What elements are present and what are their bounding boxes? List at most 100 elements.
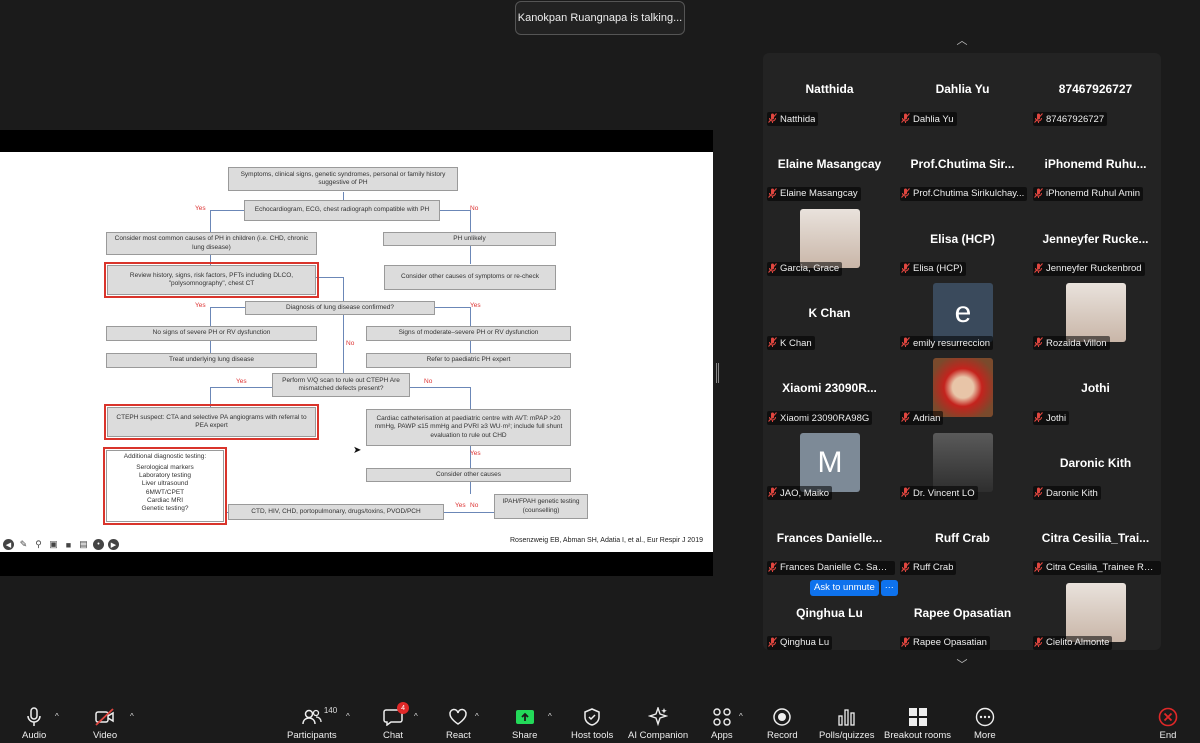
- end-icon: [1158, 706, 1178, 728]
- participants-options-chevron-icon[interactable]: ^: [346, 712, 350, 721]
- scroll-up-chevron-icon[interactable]: ︿: [952, 32, 972, 47]
- chat-options-chevron-icon[interactable]: ^: [414, 712, 418, 721]
- participant-tile[interactable]: 87467926727 87467926727: [1029, 53, 1161, 128]
- flow-treat-lung: Treat underlying lung disease: [106, 353, 317, 368]
- participant-name-tag: Jothi: [1033, 411, 1070, 426]
- subtitle-icon[interactable]: ▤: [78, 539, 89, 550]
- more-button[interactable]: More: [974, 706, 996, 741]
- video-options-chevron-icon[interactable]: ^: [130, 712, 134, 721]
- ask-to-unmute-button[interactable]: Ask to unmute: [810, 580, 879, 596]
- participant-avatar: [933, 433, 993, 492]
- participant-tile[interactable]: Ruff Crab Ruff Crab: [896, 502, 1029, 577]
- participant-name-tag: Citra Cesilia_Trainee Res...: [1033, 560, 1161, 575]
- participant-tile[interactable]: Natthida Natthida: [763, 53, 896, 128]
- shield-icon: [583, 706, 601, 728]
- participant-tile[interactable]: Jenneyfer Rucke... Jenneyfer Ruckenbrod: [1029, 203, 1161, 278]
- participant-tile[interactable]: Garcia, Grace: [763, 203, 896, 278]
- participant-display-name: Jenneyfer Rucke...: [1042, 231, 1149, 246]
- label-yes: Yes: [470, 302, 481, 309]
- end-meeting-button[interactable]: End: [1158, 706, 1178, 741]
- participant-tile[interactable]: Rozaida Villon: [1029, 277, 1161, 352]
- participant-name-tag: iPhonemd Ruhul Amin: [1033, 186, 1143, 201]
- previous-slide-icon[interactable]: ◀: [3, 539, 14, 550]
- participant-tile[interactable]: Daronic Kith Daronic Kith: [1029, 427, 1161, 502]
- zoom-icon[interactable]: ⚲: [33, 539, 44, 550]
- breakout-rooms-button[interactable]: Breakout rooms: [884, 706, 951, 741]
- participant-tile[interactable]: Dr. Vincent LO: [896, 427, 1029, 502]
- participant-avatar: [800, 208, 860, 268]
- label-no: No: [346, 340, 355, 347]
- participant-name: Rozaida Villon: [1046, 337, 1107, 349]
- participant-tile[interactable]: Adrian: [896, 352, 1029, 427]
- captions-icon[interactable]: ▣: [48, 539, 59, 550]
- participant-name-tag: Natthida: [767, 112, 819, 126]
- participant-name-tag: Daronic Kith: [1033, 486, 1101, 500]
- audio-options-chevron-icon[interactable]: ^: [55, 712, 59, 721]
- participant-tile[interactable]: K Chan K Chan: [763, 277, 896, 352]
- participants-count: 140: [323, 706, 338, 715]
- resize-handle[interactable]: [716, 363, 719, 383]
- ai-companion-button[interactable]: AI Companion: [628, 706, 688, 741]
- more-options-icon[interactable]: •: [93, 539, 104, 550]
- participant-tile[interactable]: Elisa (HCP) Elisa (HCP): [896, 203, 1029, 278]
- react-options-chevron-icon[interactable]: ^: [475, 712, 479, 721]
- flow-moderate-severe: Signs of moderate–severe PH or RV dysfun…: [366, 326, 571, 341]
- participant-name-tag: Jenneyfer Ruckenbrod: [1033, 261, 1145, 276]
- participant-tile[interactable]: Xiaomi 23090R... Xiaomi 23090RA98G: [763, 352, 896, 427]
- participant-name: Elaine Masangcay: [780, 188, 858, 200]
- video-off-icon: [94, 706, 116, 728]
- shared-screen[interactable]: Symptoms, clinical signs, genetic syndro…: [0, 130, 713, 576]
- participants-icon: 140: [302, 706, 337, 728]
- audio-button[interactable]: Audio: [22, 706, 46, 741]
- participant-name: iPhonemd Ruhul Amin: [1046, 188, 1140, 200]
- apps-options-chevron-icon[interactable]: ^: [739, 712, 743, 721]
- muted-mic-icon: [768, 636, 777, 649]
- chat-unread-badge: 4: [397, 702, 410, 714]
- next-slide-icon[interactable]: ▶: [108, 539, 119, 550]
- share-button[interactable]: Share: [512, 706, 537, 741]
- sparkle-icon: [648, 706, 669, 728]
- participant-tile[interactable]: Elaine Masangcay Elaine Masangcay: [763, 128, 896, 203]
- scroll-down-chevron-icon[interactable]: ﹀: [952, 656, 972, 671]
- participant-tile[interactable]: e emily resurreccion: [896, 277, 1029, 352]
- pen-icon[interactable]: ✎: [18, 539, 29, 550]
- muted-mic-icon: [1034, 412, 1043, 424]
- participant-tile[interactable]: Dahlia Yu Dahlia Yu: [896, 53, 1029, 128]
- participant-tile[interactable]: iPhonemd Ruhu... iPhonemd Ruhul Amin: [1029, 128, 1161, 203]
- label-yes: Yes: [236, 378, 247, 385]
- participant-display-name: Citra Cesilia_Trai...: [1041, 530, 1150, 545]
- share-options-chevron-icon[interactable]: ^: [548, 712, 552, 721]
- muted-mic-icon: [1034, 337, 1043, 349]
- record-button[interactable]: Record: [767, 706, 798, 741]
- polls-button[interactable]: Polls/quizzes: [819, 706, 874, 741]
- participant-tile[interactable]: Frances Danielle... Frances Danielle C. S…: [763, 502, 896, 577]
- camera-icon[interactable]: ■: [63, 539, 74, 550]
- participant-tile[interactable]: Citra Cesilia_Trai... Citra Cesilia_Train…: [1029, 502, 1161, 577]
- participant-tile[interactable]: Cielito Almonte: [1029, 577, 1161, 650]
- muted-mic-icon: [768, 187, 777, 200]
- video-button[interactable]: Video: [93, 706, 117, 741]
- participant-name-tag: Garcia, Grace: [767, 261, 843, 276]
- flow-no-severe: No signs of severe PH or RV dysfunction: [106, 326, 317, 341]
- more-options-button[interactable]: ···: [880, 580, 898, 596]
- react-button[interactable]: React: [446, 706, 471, 741]
- participant-tile[interactable]: Prof.Chutima Sir... Prof.Chutima Sirikulc…: [896, 128, 1029, 203]
- chat-icon: 4: [383, 702, 410, 728]
- participant-name-tag: K Chan: [767, 336, 815, 351]
- muted-mic-icon: [901, 337, 910, 349]
- participant-display-name: Dahlia Yu: [935, 82, 990, 96]
- participant-tile[interactable]: Jothi Jothi: [1029, 352, 1161, 427]
- participant-name-tag: Frances Danielle C. Sabu...: [767, 560, 895, 575]
- participant-name: Frances Danielle C. Sabu...: [780, 562, 892, 574]
- apps-button[interactable]: Apps: [711, 706, 733, 741]
- label-yes: Yes: [455, 502, 466, 509]
- muted-mic-icon: [1034, 187, 1043, 200]
- host-tools-button[interactable]: Host tools: [571, 706, 613, 741]
- participant-tile[interactable]: Rapee Opasatian Rapee Opasatian: [896, 577, 1029, 650]
- participants-button[interactable]: 140 Participants: [287, 706, 337, 741]
- participant-tile[interactable]: M JAO, Maiko: [763, 427, 896, 502]
- participant-display-name: Prof.Chutima Sir...: [910, 156, 1015, 171]
- label-no: No: [470, 205, 479, 212]
- chat-button[interactable]: 4 Chat: [383, 702, 410, 741]
- participant-name-tag: emily resurreccion: [900, 336, 994, 351]
